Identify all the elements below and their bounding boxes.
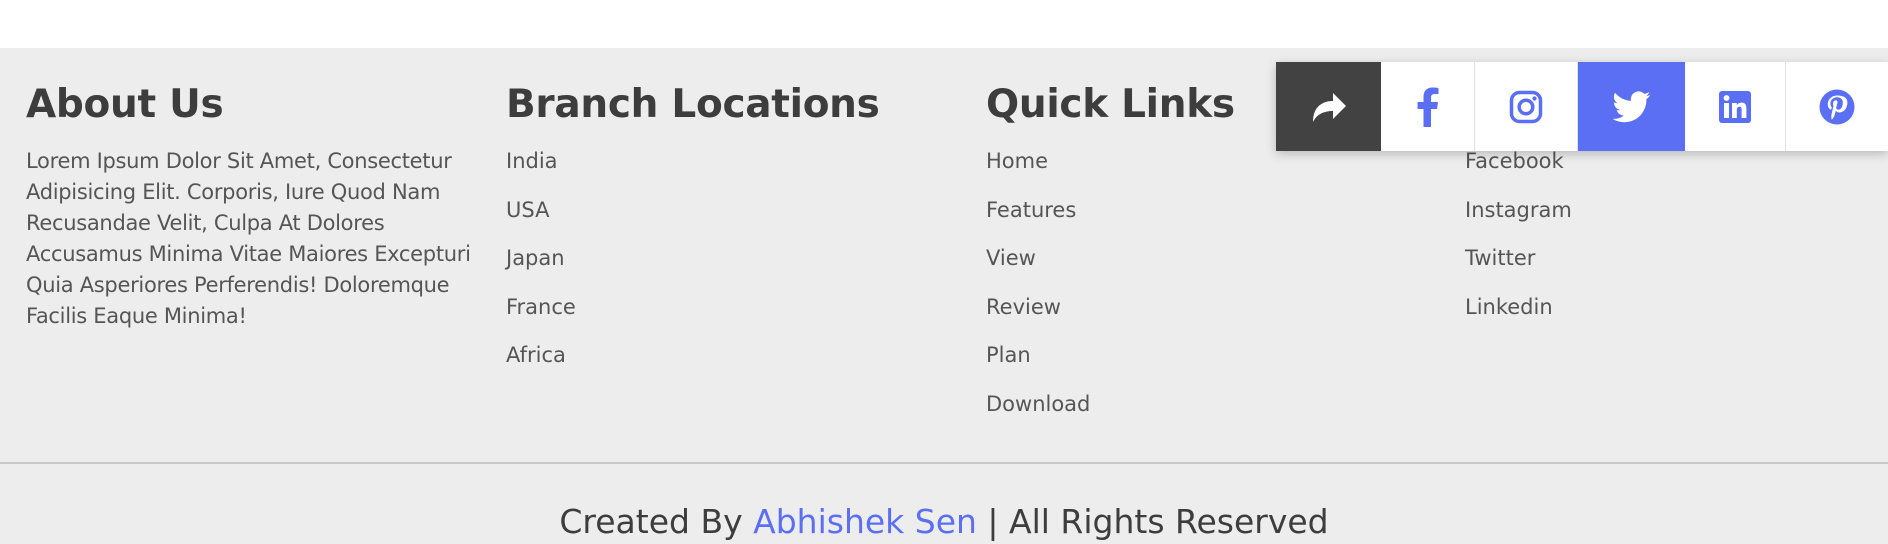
follow-link-linkedin[interactable]: Linkedin [1465, 292, 1572, 322]
branch-link-india[interactable]: India [506, 146, 880, 176]
branch-link-japan[interactable]: Japan [506, 243, 880, 273]
branch-locations-list: India USA Japan France Africa [506, 146, 880, 370]
branch-link-france[interactable]: France [506, 292, 880, 322]
footer-divider [0, 462, 1888, 464]
share-icon [1310, 90, 1348, 124]
branch-locations-title: Branch Locations [506, 82, 880, 127]
linkedin-icon [1719, 90, 1751, 123]
credit-prefix: Created By [559, 502, 743, 541]
share-bar [1276, 62, 1888, 151]
pinterest-icon [1819, 89, 1855, 125]
quick-link-review[interactable]: Review [986, 292, 1235, 322]
credit-suffix: | All Rights Reserved [987, 502, 1329, 541]
twitter-icon [1612, 90, 1651, 123]
branch-link-usa[interactable]: USA [506, 195, 880, 225]
share-facebook-button[interactable] [1381, 62, 1475, 151]
facebook-icon [1417, 87, 1439, 127]
share-instagram-button[interactable] [1475, 62, 1578, 151]
quick-link-plan[interactable]: Plan [986, 340, 1235, 370]
follow-list: Facebook Instagram Twitter Linkedin [1465, 146, 1572, 322]
share-twitter-button[interactable] [1578, 62, 1685, 151]
quick-link-features[interactable]: Features [986, 195, 1235, 225]
follow-link-twitter[interactable]: Twitter [1465, 243, 1572, 273]
quick-links-list: Home Features View Review Plan Download [986, 146, 1235, 419]
about-column: About Us Lorem Ipsum Dolor Sit Amet, Con… [26, 80, 481, 332]
about-text: Lorem Ipsum Dolor Sit Amet, Consectetur … [26, 149, 471, 328]
share-toggle-button[interactable] [1276, 62, 1381, 151]
branch-link-africa[interactable]: Africa [506, 340, 880, 370]
credit-line: Created By Abhishek Sen | All Rights Res… [0, 500, 1888, 544]
about-title: About Us [26, 82, 224, 127]
branch-locations-column: Branch Locations India USA Japan France … [506, 80, 880, 389]
credit-author-link[interactable]: Abhishek Sen [753, 502, 977, 541]
quick-link-home[interactable]: Home [986, 146, 1235, 176]
quick-links-column: Quick Links Home Features View Review Pl… [986, 80, 1235, 437]
quick-link-view[interactable]: View [986, 243, 1235, 273]
quick-links-title: Quick Links [986, 82, 1235, 127]
follow-link-instagram[interactable]: Instagram [1465, 195, 1572, 225]
share-linkedin-button[interactable] [1685, 62, 1786, 151]
share-pinterest-button[interactable] [1786, 62, 1888, 151]
instagram-icon [1509, 90, 1543, 124]
quick-link-download[interactable]: Download [986, 389, 1235, 419]
